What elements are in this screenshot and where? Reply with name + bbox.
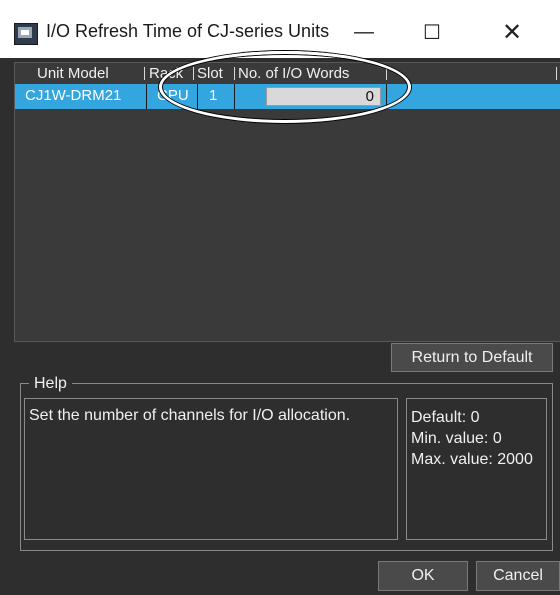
return-to-default-button[interactable]: Return to Default <box>391 343 553 372</box>
close-button[interactable]: ✕ <box>484 15 540 49</box>
column-divider[interactable] <box>144 67 145 80</box>
help-description: Set the number of channels for I/O alloc… <box>24 398 398 540</box>
maximize-button[interactable]: ☐ <box>404 15 460 49</box>
cancel-button[interactable]: Cancel <box>476 561 560 591</box>
max-value-label: Max. value: 2000 <box>411 451 533 468</box>
cell-divider <box>146 84 147 109</box>
default-value-label: Default: 0 <box>411 409 480 426</box>
minimize-button[interactable]: — <box>336 15 392 49</box>
cell-unit-model: CJ1W-DRM21 <box>25 87 122 104</box>
ok-button[interactable]: OK <box>378 561 468 591</box>
min-value-label: Min. value: 0 <box>411 430 502 447</box>
column-header-unit-model[interactable]: Unit Model <box>37 65 109 82</box>
title-bar: I/O Refresh Time of CJ-series Units — ☐ … <box>0 0 560 58</box>
help-legend: Help <box>29 375 72 393</box>
column-divider[interactable] <box>556 67 557 80</box>
window-title: I/O Refresh Time of CJ-series Units <box>46 21 330 41</box>
callout-highlight-oval <box>159 51 411 123</box>
help-values: Default: 0 Min. value: 0 Max. value: 200… <box>406 398 547 540</box>
app-icon <box>14 23 38 45</box>
